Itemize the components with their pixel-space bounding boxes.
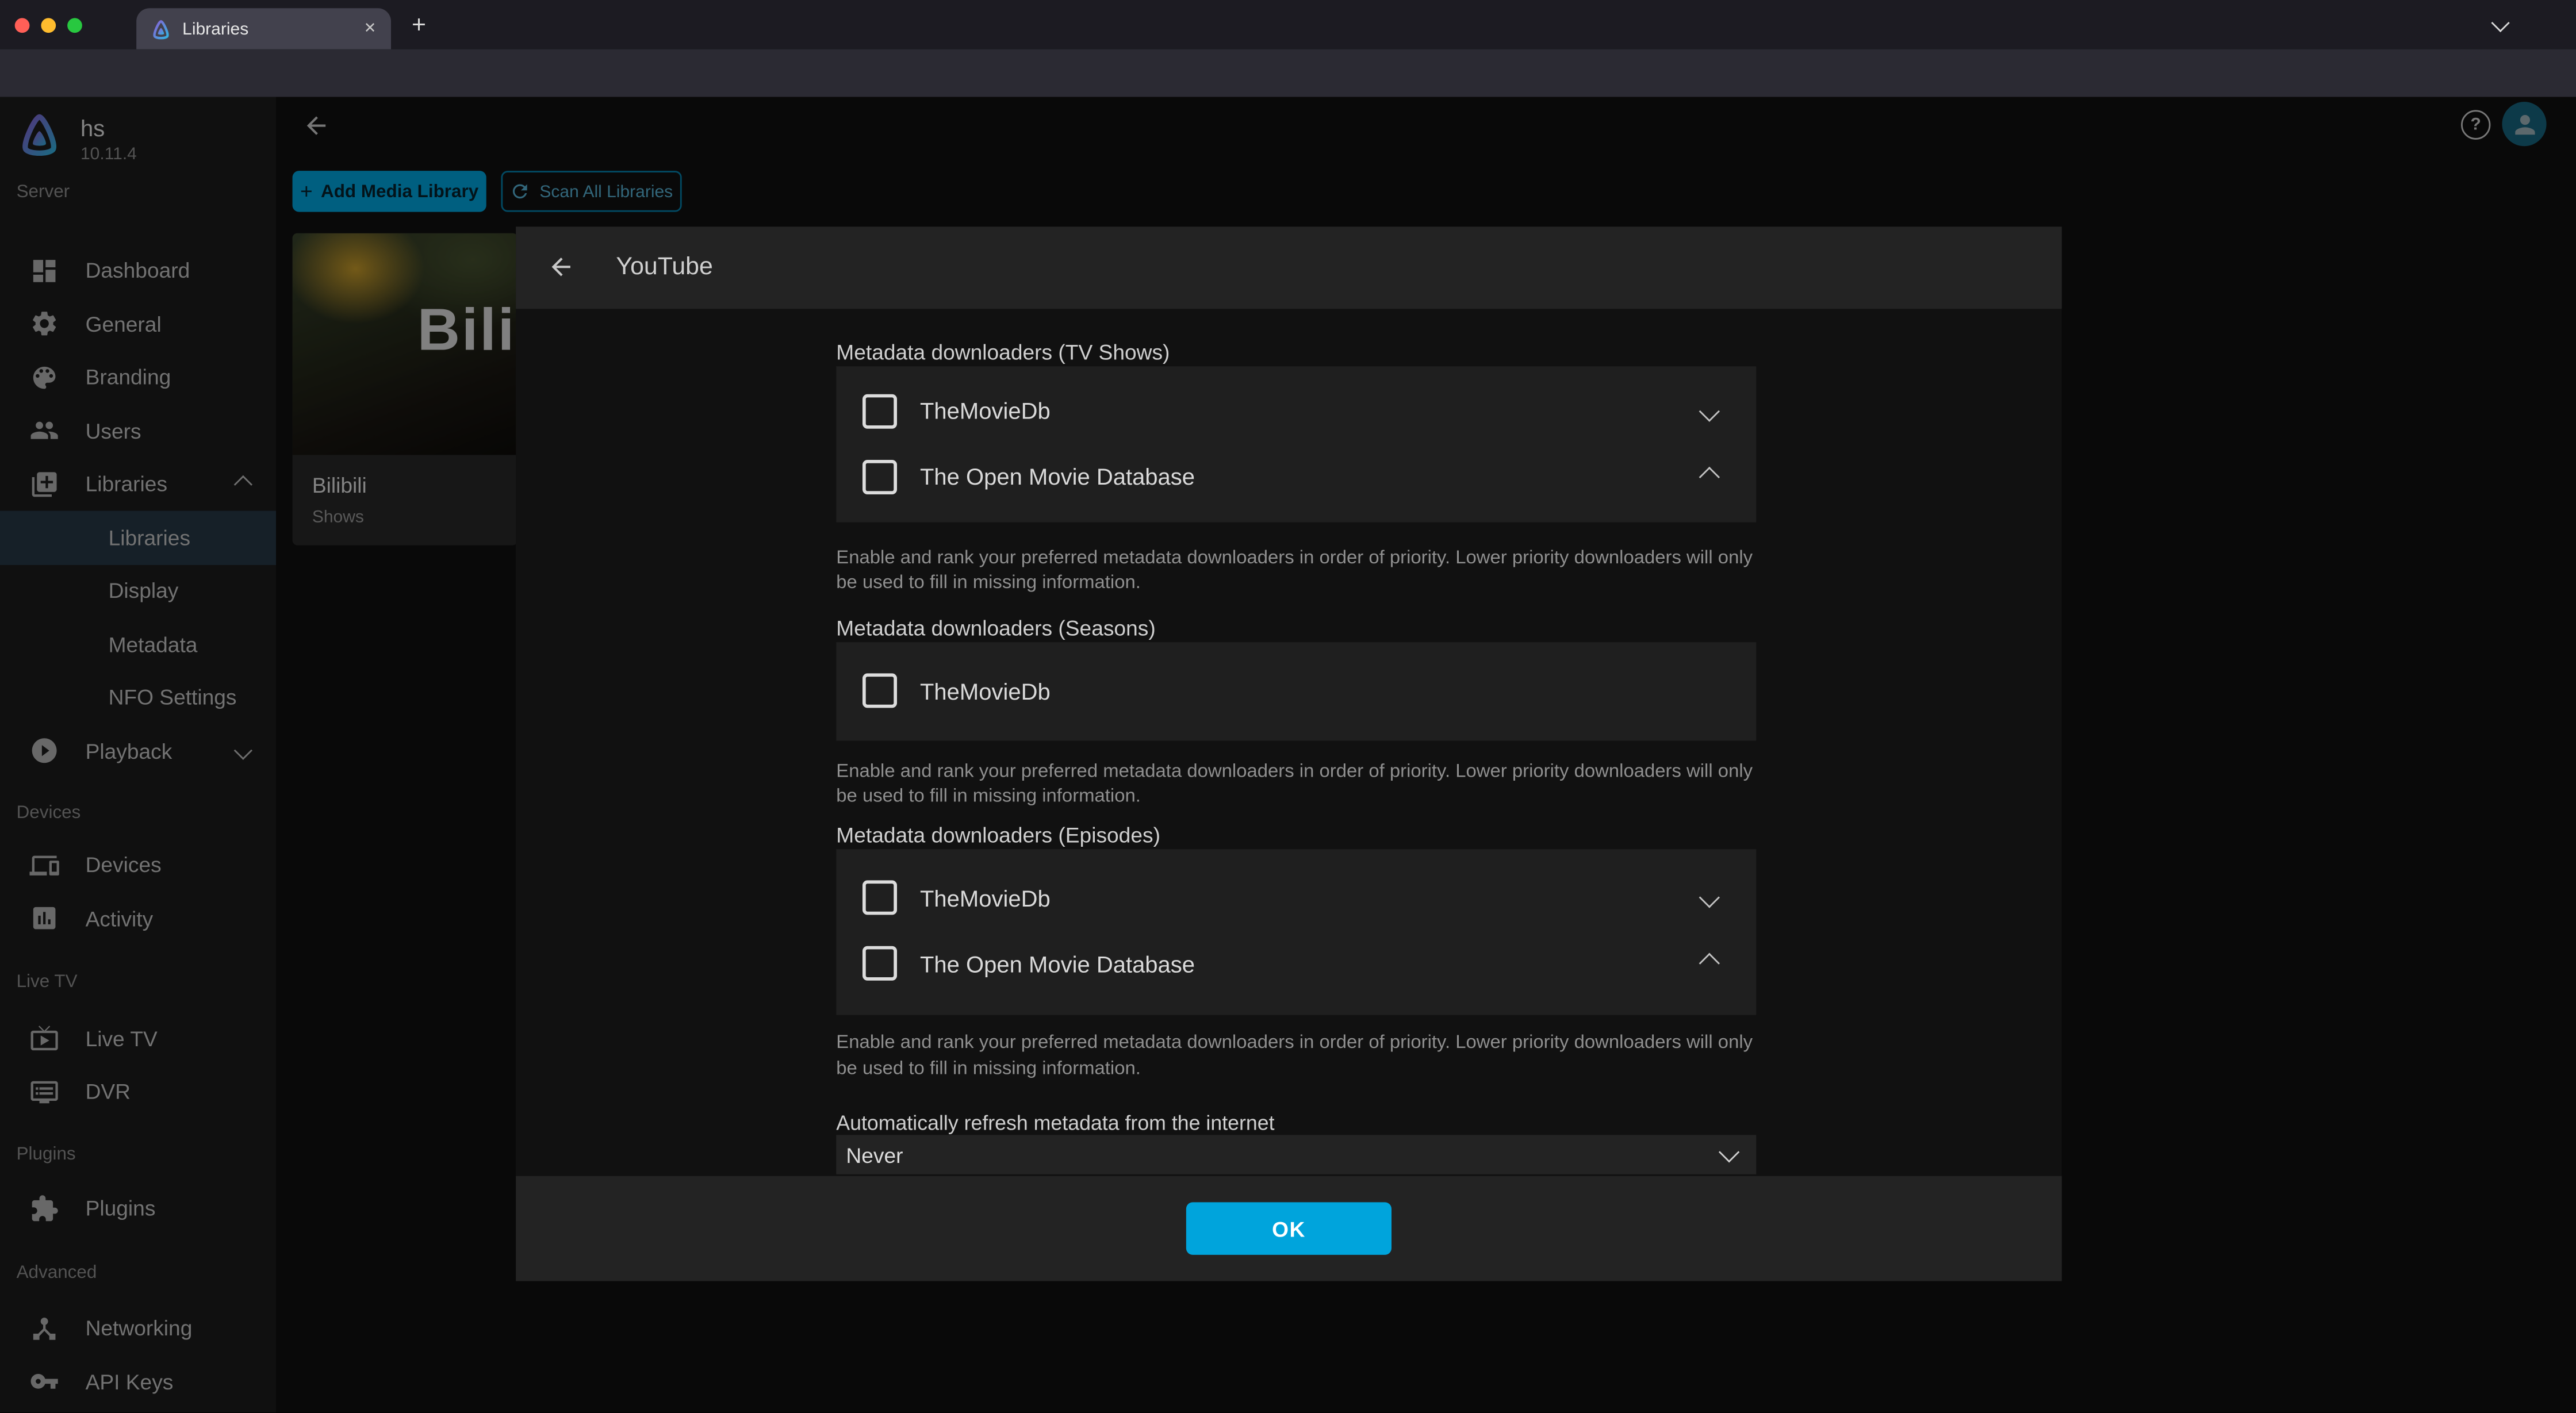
field-help: Enable and rank your preferred metadata … [836, 1032, 1756, 1083]
dialog-footer: OK [516, 1177, 2062, 1281]
macos-zoom-button[interactable] [67, 17, 82, 32]
ok-button[interactable]: OK [1186, 1203, 1392, 1255]
downloader-list-tv-shows: TheMovieDb The Open Movie Database [836, 366, 1756, 522]
field-label-episodes: Metadata downloaders (Episodes) [836, 823, 1756, 848]
dialog-title: YouTube [616, 254, 712, 282]
new-tab-button[interactable]: + [399, 5, 439, 45]
browser-tab[interactable]: Libraries ✕ [136, 8, 391, 49]
checkbox[interactable] [862, 881, 897, 916]
field-label-seasons: Metadata downloaders (Seasons) [836, 616, 1756, 641]
field-label-tv-shows: Metadata downloaders (TV Shows) [836, 340, 1756, 364]
jellyfin-favicon [151, 19, 171, 39]
jellyfin-page: hs 10.11.4 Server Dashboard General Bran… [0, 97, 2576, 1413]
move-up-icon[interactable] [1699, 954, 1720, 974]
downloader-list-seasons: TheMovieDb [836, 642, 1756, 742]
browser-toolbar: jellyfin.yanlincs.com/web/#/dashboard/li… [0, 49, 2576, 97]
select-value: Never [846, 1143, 1722, 1168]
move-down-icon[interactable] [1699, 401, 1720, 421]
macos-close-button[interactable] [15, 17, 30, 32]
dialog-header: YouTube [516, 227, 2062, 308]
checkbox[interactable] [862, 394, 897, 429]
refresh-metadata-select[interactable]: Never [836, 1135, 1756, 1175]
tab-close-icon[interactable]: ✕ [364, 20, 377, 37]
field-help: Enable and rank your preferred metadata … [836, 547, 1756, 598]
browser-tab-strip: Libraries ✕ + [0, 0, 2576, 49]
checkbox[interactable] [862, 460, 897, 494]
downloader-row[interactable]: TheMovieDb [836, 379, 1756, 444]
checkbox[interactable] [862, 674, 897, 709]
dialog-body: Metadata downloaders (TV Shows) TheMovie… [516, 308, 2062, 1177]
macos-minimize-button[interactable] [41, 17, 56, 32]
tab-list-chevron-icon[interactable] [2491, 14, 2509, 32]
tab-title: Libraries [182, 19, 364, 39]
dialog-back-icon[interactable] [547, 254, 575, 282]
move-up-icon[interactable] [1699, 467, 1720, 487]
downloader-row[interactable]: TheMovieDb [836, 866, 1756, 931]
downloader-list-episodes: TheMovieDb The Open Movie Database [836, 849, 1756, 1015]
downloader-row[interactable]: TheMovieDb [836, 659, 1756, 724]
downloader-row[interactable]: The Open Movie Database [836, 444, 1756, 510]
library-settings-dialog: YouTube Metadata downloaders (TV Shows) … [516, 227, 2062, 1281]
field-help: Enable and rank your preferred metadata … [836, 760, 1756, 811]
checkbox[interactable] [862, 947, 897, 981]
screen: Libraries ✕ + jellyfin.yanlincs.com/web/… [0, 0, 2576, 1413]
refresh-metadata-label: Automatically refresh metadata from the … [836, 1113, 1756, 1135]
select-chevron-icon [1719, 1142, 1739, 1163]
downloader-row[interactable]: The Open Movie Database [836, 931, 1756, 997]
move-down-icon[interactable] [1699, 888, 1720, 909]
